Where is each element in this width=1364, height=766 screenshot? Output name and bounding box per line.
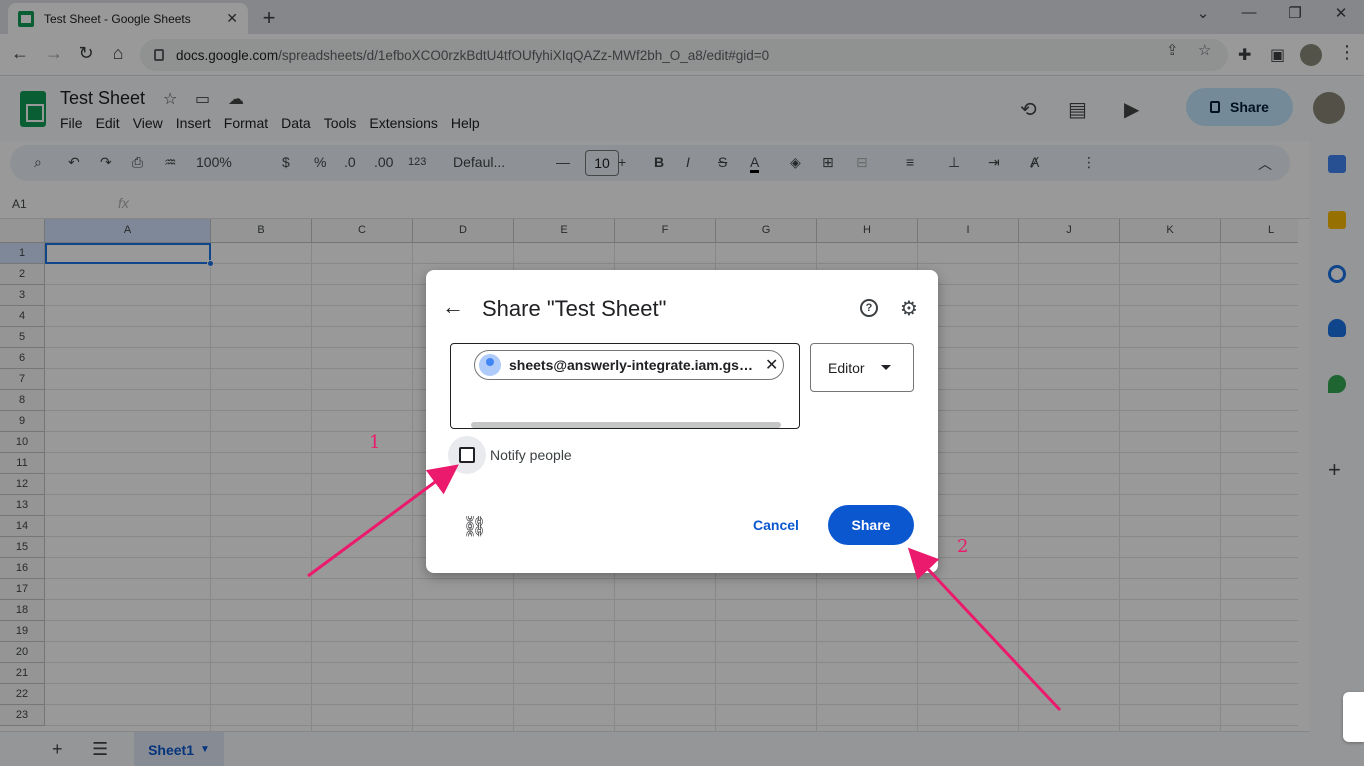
edge-helper-tab[interactable] [1343,692,1364,742]
cancel-button[interactable]: Cancel [742,505,810,545]
notify-people-label[interactable]: Notify people [490,447,572,463]
role-value: Editor [828,359,865,376]
help-icon[interactable]: ? [860,299,878,317]
dropdown-caret-icon [880,365,891,370]
recipient-email: sheets@answerly-integrate.iam.gserviceac… [509,357,759,373]
share-dialog-title: Share "Test Sheet" [482,296,667,321]
share-dialog: ← Share "Test Sheet" ? ⚙ sheets@answerly… [426,270,938,573]
notify-checkbox-wrapper[interactable] [448,436,486,474]
role-dropdown[interactable]: Editor [810,343,914,392]
annotation-step-2: 2 [957,536,969,557]
gear-icon[interactable]: ⚙ [900,296,918,321]
person-avatar-icon [479,354,501,376]
recipient-chip[interactable]: sheets@answerly-integrate.iam.gserviceac… [474,350,784,380]
notify-people-checkbox[interactable] [459,447,475,463]
copy-link-icon[interactable]: ⛓ [462,514,487,539]
horizontal-scrollbar[interactable] [471,422,781,428]
add-people-field[interactable]: sheets@answerly-integrate.iam.gserviceac… [450,343,800,429]
back-arrow-icon[interactable]: ← [442,294,464,320]
remove-recipient-icon[interactable]: ✕ [765,355,778,375]
share-button[interactable]: Share [828,505,914,545]
annotation-step-1: 1 [369,432,381,453]
